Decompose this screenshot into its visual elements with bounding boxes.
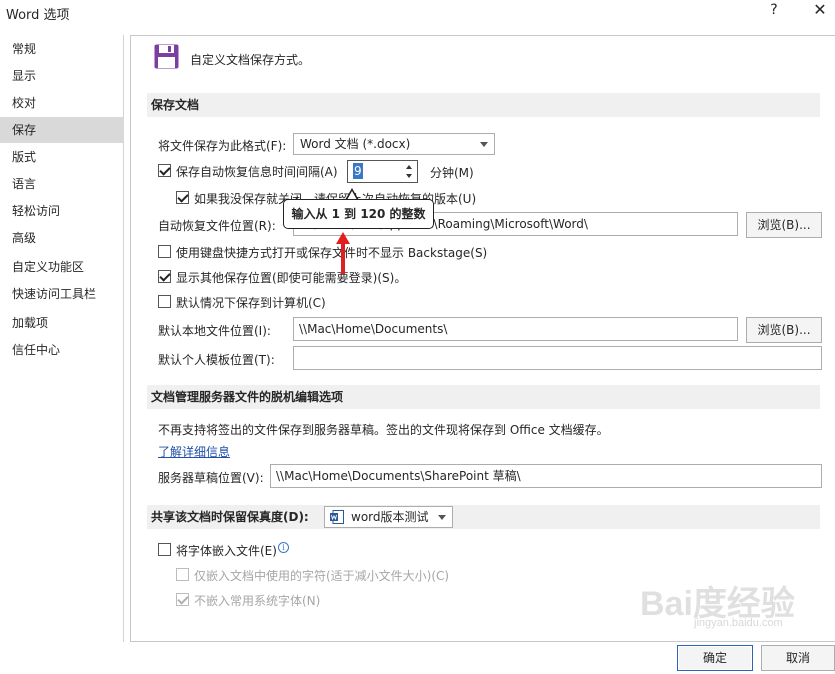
spin-up-icon[interactable]: [404, 163, 414, 171]
drafts-location-field[interactable]: \\Mac\Home\Documents\SharePoint 草稿\: [270, 464, 822, 488]
format-label: 将文件保存为此格式(F):: [158, 139, 287, 153]
section-save-documents: 保存文档: [147, 93, 820, 117]
section-offline-editing: 文档管理服务器文件的脱机编辑选项: [147, 385, 820, 409]
red-arrow-annotation: [336, 232, 350, 274]
section-fidelity: 共享该文档时保留保真度(D):: [147, 505, 820, 529]
sidebar-item-customize-ribbon[interactable]: 自定义功能区: [0, 254, 124, 280]
autorecover-minutes-value[interactable]: 9: [353, 163, 363, 179]
sidebar-item-save[interactable]: 保存: [0, 117, 124, 143]
spin-down-icon[interactable]: [404, 172, 414, 180]
info-icon: i: [278, 542, 289, 553]
save-to-computer-label: 默认情况下保存到计算机(C): [176, 296, 326, 310]
sidebar-item-advanced[interactable]: 高级: [0, 225, 124, 251]
embed-fonts-checkbox[interactable]: [158, 543, 171, 556]
backstage-label: 使用键盘快捷方式打开或保存文件时不显示 Backstage(S): [176, 246, 488, 260]
local-location-field[interactable]: \\Mac\Home\Documents\: [293, 317, 738, 341]
show-locations-checkbox[interactable]: [158, 270, 171, 283]
fidelity-label: 共享该文档时保留保真度(D):: [151, 510, 309, 524]
minutes-label: 分钟(M): [430, 166, 474, 180]
autorecover-location-label: 自动恢复文件位置(R):: [158, 219, 276, 233]
embed-fonts-label: 将字体嵌入文件(E): [176, 544, 277, 558]
title-bar: Word 选项 ? ✕: [0, 0, 835, 28]
word-doc-icon: [330, 510, 344, 524]
save-to-computer-checkbox[interactable]: [158, 295, 171, 308]
embed-used-chars-checkbox: [176, 568, 189, 581]
help-button[interactable]: ?: [764, 2, 784, 22]
sidebar-item-general[interactable]: 常规: [0, 36, 124, 62]
local-location-value: \\Mac\Home\Documents\: [299, 322, 448, 336]
autorecover-label: 保存自动恢复信息时间间隔(A): [176, 165, 338, 179]
sidebar-item-quick-access[interactable]: 快速访问工具栏: [0, 281, 124, 307]
browse-local-button[interactable]: 浏览(B)...: [746, 317, 822, 343]
autorecover-checkbox[interactable]: [158, 164, 171, 177]
fidelity-document-value: word版本测试: [351, 510, 429, 524]
cancel-button[interactable]: 取消: [761, 645, 835, 671]
show-locations-label: 显示其他保存位置(即使可能需要登录)(S)。: [176, 271, 407, 285]
watermark-url: jingyan.baidu.com: [694, 617, 783, 629]
format-select-value: Word 文档 (*.docx): [300, 137, 411, 151]
autorecover-minutes-spinner[interactable]: 9: [347, 160, 418, 183]
save-floppy-icon: [154, 44, 179, 69]
sidebar-item-trust-center[interactable]: 信任中心: [0, 337, 124, 363]
ok-button[interactable]: 确定: [677, 645, 753, 671]
offline-description: 不再支持将签出的文件保存到服务器草稿。签出的文件现将保存到 Office 文档缓…: [158, 423, 609, 437]
sidebar-item-language[interactable]: 语言: [0, 171, 124, 197]
template-location-label: 默认个人模板位置(T):: [158, 353, 275, 367]
template-location-field[interactable]: [293, 346, 822, 370]
chevron-down-icon: [480, 142, 488, 147]
format-select[interactable]: Word 文档 (*.docx): [293, 133, 495, 155]
embed-used-chars-label: 仅嵌入文档中使用的字符(适于减小文件大小)(C): [194, 569, 450, 583]
sidebar-item-display[interactable]: 显示: [0, 63, 124, 89]
drafts-location-label: 服务器草稿位置(V):: [158, 471, 264, 485]
browse-autorecover-button[interactable]: 浏览(B)...: [746, 212, 822, 238]
sidebar-item-addins[interactable]: 加载项: [0, 310, 124, 336]
no-common-fonts-label: 不嵌入常用系统字体(N): [194, 594, 321, 608]
window-title: Word 选项: [6, 8, 70, 23]
sidebar: 常规 显示 校对 保存 版式 语言 轻松访问 高级 自定义功能区 快速访问工具栏…: [0, 35, 124, 642]
backstage-checkbox[interactable]: [158, 245, 171, 258]
page-title: 自定义文档保存方式。: [190, 53, 311, 67]
drafts-location-value: \\Mac\Home\Documents\SharePoint 草稿\: [276, 469, 521, 483]
fidelity-document-select[interactable]: word版本测试: [324, 506, 453, 528]
keep-version-checkbox[interactable]: [176, 191, 189, 204]
sidebar-item-proofing[interactable]: 校对: [0, 90, 124, 116]
sidebar-item-accessibility[interactable]: 轻松访问: [0, 198, 124, 224]
close-button[interactable]: ✕: [808, 0, 832, 24]
local-location-label: 默认本地文件位置(I):: [158, 324, 271, 338]
learn-more-link[interactable]: 了解详细信息: [158, 443, 230, 460]
minutes-tooltip: 输入从 1 到 120 的整数: [283, 199, 434, 229]
no-common-fonts-checkbox: [176, 593, 189, 606]
sidebar-item-layout[interactable]: 版式: [0, 144, 124, 170]
chevron-down-icon: [438, 515, 446, 520]
